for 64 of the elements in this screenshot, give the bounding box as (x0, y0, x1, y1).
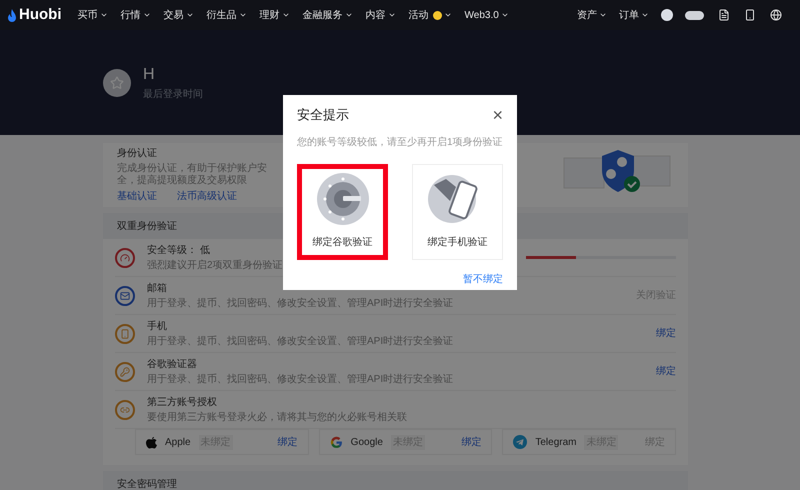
nav-menu-item[interactable]: 买币 (78, 8, 108, 22)
nav-menu-item[interactable]: 交易 (164, 8, 194, 22)
verification-option[interactable]: 绑定手机验证 (412, 164, 503, 260)
avatar-placeholder (103, 68, 131, 96)
phone-icon (115, 324, 135, 344)
nav-menu-item[interactable]: 金融服务 (302, 8, 352, 22)
google-icon (330, 436, 343, 448)
key-icon (115, 362, 135, 382)
skip-link[interactable]: 暂不绑定 (463, 272, 503, 286)
identity-description: 完成身份认证，有助于保护账户安全，提高提现额度及交易权限 (117, 163, 268, 187)
avatar-icon[interactable] (661, 9, 673, 21)
flame-icon (8, 8, 16, 22)
row-description: 用于登录、提币、找回密码、修改安全设置、管理API时进行安全验证 (147, 334, 454, 348)
globe-icon[interactable] (770, 9, 782, 21)
identity-title: 身份认证 (117, 147, 158, 161)
caret-icon (142, 11, 150, 19)
account-name: Google (350, 436, 383, 450)
row-description: 强烈建议开启2项双重身份验证 (147, 258, 283, 272)
row-title: 手机 (147, 320, 168, 334)
caret-icon (444, 11, 452, 19)
nav-menu-item[interactable]: Web3.0 (464, 8, 509, 22)
close-button[interactable]: × (492, 106, 503, 124)
caret-icon (282, 11, 290, 19)
nav-menu-item[interactable]: 资产 (577, 8, 607, 22)
nav-menu-item[interactable]: 订单 (619, 8, 649, 22)
section-header: 安全密码管理 (103, 471, 688, 490)
nav-menu-item[interactable]: 衍生品 (206, 8, 246, 22)
row-title: 邮箱 (147, 282, 168, 296)
nav-menu-item[interactable]: 理财 (260, 8, 290, 22)
row-title: 安全等级： 低 (147, 244, 211, 258)
row-description: 用于登录、提币、找回密码、修改安全设置、管理API时进行安全验证 (147, 372, 454, 386)
caret-icon (100, 11, 108, 19)
user-name: H (143, 65, 156, 85)
account-name: Apple (165, 436, 191, 450)
row-description: 要使用第三方账号登录火必，请将其与您的火必账号相关联 (147, 410, 407, 424)
row-description: 用于登录、提币、找回密码、修改安全设置、管理API时进行安全验证 (147, 296, 454, 310)
level-icon (115, 248, 135, 268)
dialog-title: 安全提示 (297, 106, 349, 124)
document-icon[interactable] (718, 9, 730, 21)
telegram-icon (513, 435, 528, 449)
caret-icon (599, 11, 607, 19)
nav-menu-item[interactable]: 活动 (408, 8, 452, 22)
apple-icon (146, 436, 157, 448)
logo-text[interactable]: Huobi (19, 4, 62, 26)
authenticator-drawing (316, 173, 369, 225)
verification-option[interactable]: 绑定谷歌验证 (297, 164, 388, 260)
link-icon (115, 400, 135, 420)
caret-icon (186, 11, 194, 19)
toggle-icon[interactable] (685, 10, 704, 20)
mail-icon (115, 286, 135, 306)
coin-icon (432, 10, 442, 20)
last-login-text: 最后登录时间 (143, 88, 203, 102)
dialog-message: 您的账号等级较低，请至少再开启1项身份验证 (297, 136, 503, 150)
nav-menu-item[interactable]: 行情 (120, 8, 150, 22)
caret-icon (388, 11, 396, 19)
caret-icon (641, 11, 649, 19)
caret-icon (344, 11, 352, 19)
row-title: 第三方账号授权 (147, 396, 218, 410)
account-name: Telegram (535, 436, 576, 450)
nav-menu-item[interactable]: 内容 (366, 8, 396, 22)
caret-icon (500, 11, 509, 19)
row-title: 谷歌验证器 (147, 358, 198, 372)
phone-icon[interactable] (744, 9, 756, 21)
caret-icon (238, 11, 246, 19)
